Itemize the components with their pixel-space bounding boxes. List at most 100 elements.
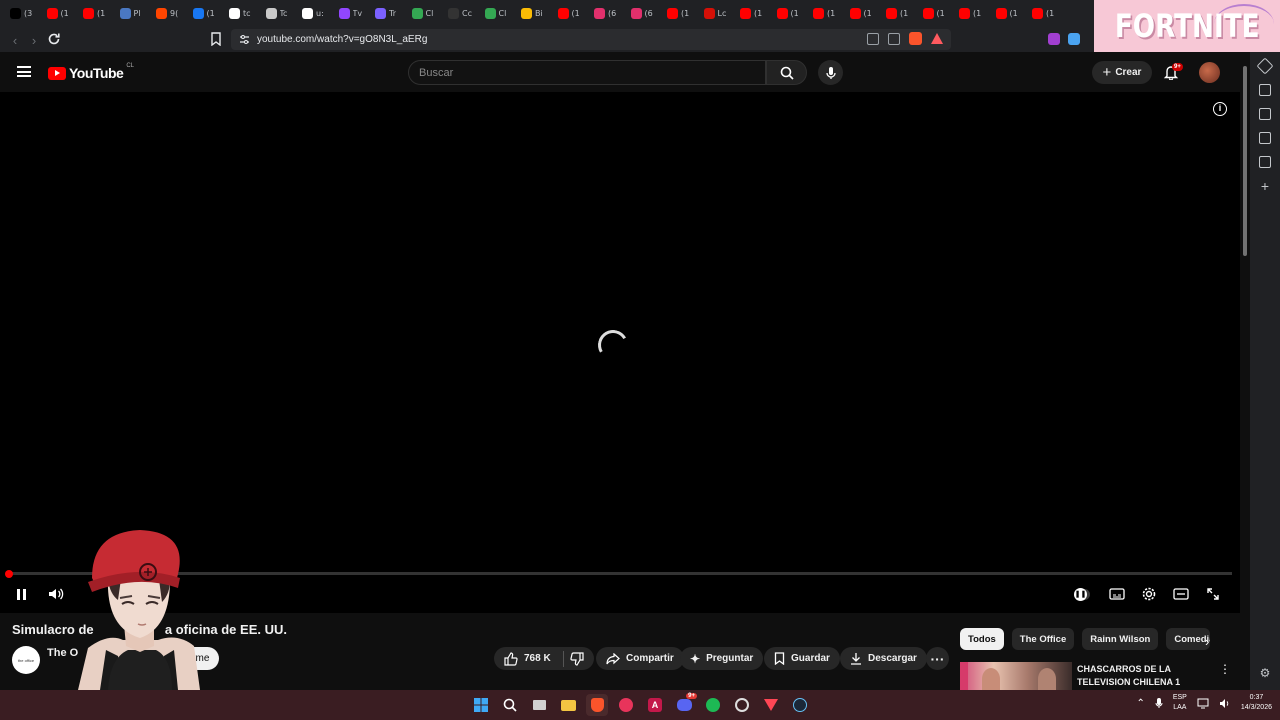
windows-start-icon[interactable] <box>470 694 492 716</box>
filter-chip[interactable]: Comedia <box>1166 628 1211 650</box>
theater-mode-icon[interactable] <box>1173 586 1189 602</box>
browser-tab[interactable]: (1 <box>846 0 883 27</box>
thumbs-down-icon[interactable] <box>570 651 584 666</box>
forward-icon[interactable]: › <box>24 30 44 50</box>
recommended-title[interactable]: CHASCARROS DE LA TELEVISION CHILENA 1 <box>1077 663 1207 689</box>
browser-tab[interactable]: (1 <box>992 0 1029 27</box>
save-button[interactable]: Guardar <box>764 647 840 670</box>
browser-tab[interactable]: Pl <box>116 0 153 27</box>
browser-tab[interactable]: tc <box>225 0 262 27</box>
share-page-icon[interactable] <box>888 32 900 45</box>
browser-tab[interactable]: Cl <box>481 0 518 27</box>
info-icon[interactable]: i <box>1213 102 1227 116</box>
youtube-logo[interactable]: YouTube CL <box>48 63 134 81</box>
recommended-thumbnail[interactable] <box>960 662 1072 690</box>
browser-tab[interactable]: (1 <box>554 0 591 27</box>
bookmark-icon[interactable] <box>210 32 222 47</box>
browser-tab[interactable]: Bi <box>517 0 554 27</box>
cast-icon[interactable] <box>867 32 879 45</box>
browser-tab[interactable]: (1 <box>79 0 116 27</box>
discord-icon[interactable]: 9+ <box>673 693 697 716</box>
browser-tab[interactable]: (1 <box>189 0 226 27</box>
browser-tab[interactable]: Tc <box>262 0 299 27</box>
scrollbar-thumb[interactable] <box>1243 66 1247 256</box>
browser-tab[interactable]: (1 <box>809 0 846 27</box>
settings-gear-icon[interactable] <box>1141 586 1157 602</box>
fortnite-banner[interactable]: FORTNITE <box>1094 0 1280 52</box>
autoplay-toggle[interactable]: ❚❚ <box>1074 586 1090 602</box>
browser-tab[interactable]: Cl <box>408 0 445 27</box>
wallet-icon[interactable] <box>1259 108 1271 120</box>
reading-list-icon[interactable] <box>1259 84 1271 96</box>
filter-chip[interactable]: The Office <box>1011 628 1075 650</box>
reload-icon[interactable] <box>46 31 62 47</box>
pause-button[interactable] <box>13 586 29 602</box>
channel-name[interactable]: The O <box>47 647 78 659</box>
browser-tab[interactable]: 9( <box>152 0 189 27</box>
voice-search-button[interactable] <box>818 60 843 85</box>
brave-browser-icon[interactable] <box>586 694 608 716</box>
search-button[interactable] <box>766 60 807 85</box>
network-icon[interactable] <box>1197 698 1209 709</box>
subtitles-icon[interactable] <box>1109 586 1125 602</box>
browser-tab[interactable]: (1 <box>43 0 80 27</box>
history-icon[interactable] <box>1259 156 1271 168</box>
ask-button[interactable]: ✦ Preguntar <box>680 647 764 670</box>
like-button[interactable]: 768 K <box>494 647 594 670</box>
url-bar[interactable]: youtube.com/watch?v=gO8N3L_aERg <box>231 29 951 50</box>
browser-tab[interactable]: Cc <box>444 0 481 27</box>
input-language[interactable]: ESP LAA <box>1173 693 1187 713</box>
browser-tab[interactable]: (1 <box>882 0 919 27</box>
browser-tab[interactable]: (1 <box>955 0 992 27</box>
back-icon[interactable]: ‹ <box>5 30 25 50</box>
search-input[interactable] <box>419 66 719 79</box>
filter-chip[interactable]: Todos <box>960 628 1004 650</box>
clock[interactable]: 0:37 14/3/2026 <box>1241 693 1272 713</box>
media-player-icon[interactable] <box>615 694 637 716</box>
progress-scrubber[interactable] <box>5 569 13 578</box>
sidebar-settings-icon[interactable]: ⚙ <box>1260 666 1271 680</box>
valorant-icon[interactable] <box>760 694 782 716</box>
page-scrollbar[interactable] <box>1240 52 1250 690</box>
channel-avatar[interactable]: the office <box>12 646 40 674</box>
leo-ai-icon[interactable] <box>1256 57 1274 75</box>
browser-tab[interactable]: (6 <box>590 0 627 27</box>
browser-tab[interactable]: Tv <box>335 0 372 27</box>
file-explorer-icon[interactable] <box>557 694 579 716</box>
browser-tab[interactable]: Tr <box>371 0 408 27</box>
browser-tab[interactable]: (3 <box>6 0 43 27</box>
obs-icon[interactable] <box>731 694 753 716</box>
filter-chip[interactable]: Rainn Wilson <box>1082 628 1159 650</box>
affinity-icon[interactable]: A <box>644 694 666 716</box>
task-view-icon[interactable] <box>528 694 550 716</box>
volume-icon[interactable] <box>48 586 64 602</box>
vertical-dots-icon[interactable]: ⋮ <box>1219 662 1231 676</box>
browser-tab[interactable]: (1 <box>1028 0 1065 27</box>
download-button[interactable]: Descargar <box>840 647 927 670</box>
browser-tab[interactable]: (1 <box>663 0 700 27</box>
browser-tab[interactable]: u: <box>298 0 335 27</box>
steam-icon[interactable] <box>789 694 811 716</box>
add-panel-icon[interactable]: + <box>1261 179 1269 193</box>
browser-tab[interactable]: Lc <box>700 0 737 27</box>
menu-icon[interactable] <box>17 66 31 77</box>
speaker-icon[interactable] <box>1219 698 1231 709</box>
browser-tab[interactable]: (1 <box>919 0 956 27</box>
account-avatar[interactable] <box>1199 62 1220 83</box>
chevron-right-icon[interactable]: › <box>1205 634 1209 649</box>
spotify-icon[interactable] <box>702 694 724 716</box>
fullscreen-icon[interactable] <box>1205 586 1221 602</box>
browser-tab[interactable]: (1 <box>736 0 773 27</box>
share-button[interactable]: Compartir <box>596 647 684 670</box>
browser-tab[interactable]: (6 <box>627 0 664 27</box>
bookmarks-panel-icon[interactable] <box>1259 132 1271 144</box>
browser-tab[interactable]: (1 <box>773 0 810 27</box>
site-settings-icon[interactable] <box>239 34 250 45</box>
taskbar-search-icon[interactable] <box>499 694 521 716</box>
brave-rewards-icon[interactable] <box>931 33 943 44</box>
show-hidden-icons-icon[interactable]: ⌃ <box>1136 698 1144 709</box>
more-actions-icon[interactable]: ··· <box>926 647 949 670</box>
create-button[interactable]: + Crear <box>1092 61 1152 84</box>
extension-icon[interactable] <box>1048 33 1060 45</box>
tray-microphone-icon[interactable] <box>1155 697 1163 709</box>
